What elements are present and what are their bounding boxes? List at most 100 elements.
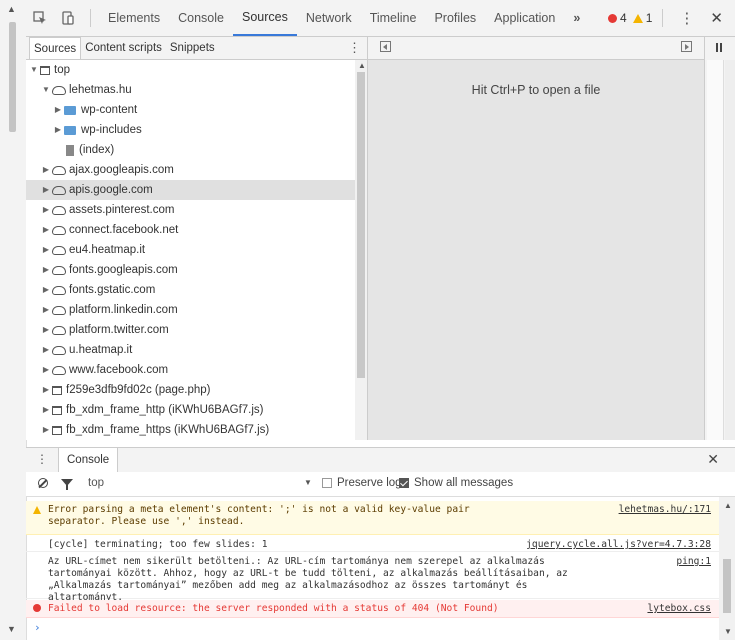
context-selector[interactable]: top [88, 477, 104, 489]
toggle-navigator-icon[interactable] [380, 41, 391, 52]
debugger-pane [707, 60, 724, 440]
tree-item[interactable]: ▶ ajax.googleapis.com [26, 160, 355, 180]
scroll-down-arrow-icon[interactable]: ▼ [7, 624, 16, 634]
editor-toolbar [368, 37, 704, 60]
filter-icon[interactable] [61, 479, 73, 490]
console-message-text: Error parsing a meta element's content: … [48, 504, 470, 527]
tree-item[interactable]: ▶ connect.facebook.net [26, 220, 355, 240]
tree-item-label: fonts.googleapis.com [69, 264, 178, 276]
error-icon[interactable] [608, 13, 618, 23]
customize-menu-icon[interactable]: ⋮ [671, 9, 702, 27]
show-all-messages-label: Show all messages [414, 477, 514, 489]
tree-item[interactable]: (index) [26, 140, 355, 160]
scrollbar-thumb[interactable] [723, 559, 731, 613]
clear-console-icon[interactable] [38, 478, 48, 488]
collapsed-triangle-icon[interactable]: ▶ [42, 260, 50, 280]
collapsed-triangle-icon[interactable]: ▶ [42, 420, 50, 440]
folder-icon [64, 105, 76, 115]
collapsed-triangle-icon[interactable]: ▶ [54, 120, 62, 140]
console-scrollbar[interactable]: ▲ ▼ [719, 497, 735, 640]
tree-item[interactable]: ▶ f259e3dfb9fd02c (page.php) [26, 380, 355, 400]
collapsed-triangle-icon[interactable]: ▶ [42, 200, 50, 220]
tree-item[interactable]: ▶ fb_xdm_frame_https (iKWhU6BAGf7.js) [26, 420, 355, 440]
tree-item[interactable]: ▶ eu4.heatmap.it [26, 240, 355, 260]
collapsed-triangle-icon[interactable]: ▶ [42, 360, 50, 380]
expanded-triangle-icon[interactable]: ▼ [30, 60, 38, 80]
tab-snippets[interactable]: Snippets [166, 37, 219, 59]
console-filter-bar: top ▼ Preserve log Show all messages [26, 472, 735, 497]
scroll-up-arrow-icon[interactable]: ▲ [724, 501, 732, 510]
warning-count[interactable]: 1 [646, 11, 653, 25]
collapsed-triangle-icon[interactable]: ▶ [42, 180, 50, 200]
error-count[interactable]: 4 [620, 11, 627, 25]
collapsed-triangle-icon[interactable]: ▶ [54, 100, 62, 120]
tree-item-label: f259e3dfb9fd02c (page.php) [66, 384, 211, 396]
tree-item[interactable]: ▼ top [26, 60, 355, 80]
collapsed-triangle-icon[interactable]: ▶ [42, 220, 50, 240]
collapsed-triangle-icon[interactable]: ▶ [42, 400, 50, 420]
collapsed-triangle-icon[interactable]: ▶ [42, 280, 50, 300]
cursor-select-icon[interactable] [26, 0, 54, 36]
expanded-triangle-icon[interactable]: ▼ [42, 80, 50, 100]
close-drawer-icon[interactable]: ✕ [707, 451, 719, 468]
console-source-link[interactable]: ping:1 [676, 556, 711, 567]
debugger-scrollbar[interactable] [725, 60, 735, 440]
device-mode-icon[interactable] [54, 0, 82, 36]
tree-item[interactable]: ▶ fonts.gstatic.com [26, 280, 355, 300]
scrollbar-thumb[interactable] [9, 22, 16, 132]
pause-icon[interactable] [716, 43, 722, 52]
tree-item[interactable]: ▶ wp-includes [26, 120, 355, 140]
collapsed-triangle-icon[interactable]: ▶ [42, 160, 50, 180]
console-source-link[interactable]: jquery.cycle.all.js?ver=4.7.3:28 [526, 539, 711, 550]
toggle-debugger-icon[interactable] [681, 41, 692, 52]
chevron-down-icon[interactable]: ▼ [304, 478, 312, 487]
console-prompt[interactable]: › [34, 621, 41, 634]
drawer-menu-icon[interactable]: ⋮ [36, 452, 48, 466]
tab-sources[interactable]: Sources [232, 0, 297, 36]
tree-item[interactable]: ▶ fb_xdm_frame_http (iKWhU6BAGf7.js) [26, 400, 355, 420]
scroll-down-arrow-icon[interactable]: ▼ [724, 627, 732, 636]
tree-item[interactable]: ▶ platform.linkedin.com [26, 300, 355, 320]
close-devtools-icon[interactable]: ✕ [702, 9, 735, 27]
window-scrollbar[interactable]: ▲ ▼ [0, 0, 27, 640]
tree-item[interactable]: ▶ fonts.googleapis.com [26, 260, 355, 280]
tree-item-label: wp-includes [81, 124, 142, 136]
preserve-log-checkbox[interactable] [322, 478, 332, 488]
editor-area: Hit Ctrl+P to open a file [368, 37, 704, 440]
navigator-menu-icon[interactable]: ⋮ [348, 40, 361, 56]
warning-icon[interactable] [632, 13, 643, 23]
scrollbar-thumb[interactable] [357, 72, 365, 378]
tree-item[interactable]: ▶ platform.twitter.com [26, 320, 355, 340]
collapsed-triangle-icon[interactable]: ▶ [42, 300, 50, 320]
tab-timeline[interactable]: Timeline [361, 0, 426, 36]
navigator-scrollbar[interactable]: ▲ [355, 60, 367, 440]
console-source-link[interactable]: lehetmas.hu/:171 [619, 504, 711, 515]
tree-item[interactable]: ▼ lehetmas.hu [26, 80, 355, 100]
show-all-messages-checkbox[interactable] [399, 478, 409, 488]
tab-elements[interactable]: Elements [99, 0, 169, 36]
panel-tabs: Elements Console Sources Network Timeline Pro… [99, 0, 564, 36]
tree-item-label: fb_xdm_frame_https (iKWhU6BAGf7.js) [66, 424, 270, 436]
tree-item[interactable]: ▶ assets.pinterest.com [26, 200, 355, 220]
collapsed-triangle-icon[interactable]: ▶ [42, 380, 50, 400]
console-source-link[interactable]: lytebox.css [647, 603, 711, 614]
tab-console[interactable]: Console [169, 0, 233, 36]
collapsed-triangle-icon[interactable]: ▶ [42, 320, 50, 340]
tree-item-label: assets.pinterest.com [69, 204, 175, 216]
cloud-icon [52, 265, 66, 275]
collapsed-triangle-icon[interactable]: ▶ [42, 340, 50, 360]
tab-network[interactable]: Network [297, 0, 361, 36]
tab-application[interactable]: Application [485, 0, 564, 36]
tab-profiles[interactable]: Profiles [425, 0, 485, 36]
more-tabs-button[interactable]: » [564, 0, 589, 36]
tab-content-scripts[interactable]: Content scripts [81, 37, 166, 59]
tab-console[interactable]: Console [58, 448, 119, 472]
tab-sources[interactable]: Sources [29, 37, 82, 59]
collapsed-triangle-icon[interactable]: ▶ [42, 240, 50, 260]
scroll-up-arrow-icon[interactable]: ▲ [358, 61, 366, 70]
scroll-up-arrow-icon[interactable]: ▲ [7, 4, 16, 14]
tree-item[interactable]: ▶ www.facebook.com [26, 360, 355, 380]
tree-item[interactable]: ▶ apis.google.com [26, 180, 355, 200]
tree-item[interactable]: ▶ wp-content [26, 100, 355, 120]
tree-item[interactable]: ▶ u.heatmap.it [26, 340, 355, 360]
